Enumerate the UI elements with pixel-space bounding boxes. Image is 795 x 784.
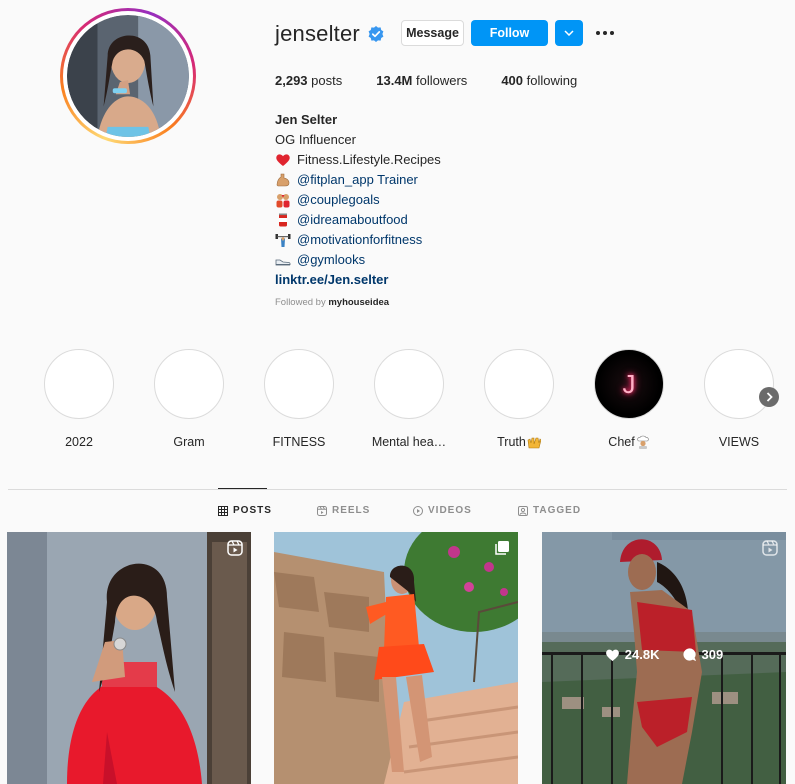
comment-icon <box>682 648 696 662</box>
flexed-biceps-icon <box>276 173 290 187</box>
post-thumbnail[interactable]: 24.8K 309 <box>542 532 786 784</box>
bio-mention[interactable]: @idreamaboutfood <box>297 210 408 230</box>
followed-by[interactable]: Followed by myhouseidea <box>275 297 389 308</box>
highlight-cover: J <box>594 349 664 419</box>
avatar-frame <box>63 11 193 141</box>
couple-icon <box>276 194 290 208</box>
tab-reels[interactable]: REELS <box>317 505 370 516</box>
highlight-item[interactable]: FITNESS <box>256 349 342 449</box>
post-image <box>7 532 251 784</box>
post-hover-stats: 24.8K 309 <box>542 647 786 662</box>
posts-count: 2,293 posts <box>275 73 343 88</box>
more-options-icon[interactable] <box>596 24 618 42</box>
highlight-item[interactable]: Truth <box>476 349 562 449</box>
highlight-cover <box>154 349 224 419</box>
following-count[interactable]: 400 following <box>501 73 577 88</box>
bio-line: @fitplan_app Trainer <box>275 170 441 190</box>
bio-mention[interactable]: @motivationforfitness <box>297 230 422 250</box>
bio-mention[interactable]: @fitplan_app Trainer <box>297 170 418 190</box>
active-tab-indicator <box>218 488 267 489</box>
highlight-item[interactable]: 2022 <box>36 349 122 449</box>
bio-line: @idreamaboutfood <box>275 210 441 230</box>
bio-mention[interactable]: @gymlooks <box>297 250 365 270</box>
username: jenselter <box>275 21 360 46</box>
bio-mention[interactable]: @couplegoals <box>297 190 380 210</box>
likes-count: 24.8K <box>605 647 660 662</box>
play-icon <box>413 505 423 516</box>
reel-icon <box>227 540 243 556</box>
sneaker-icon <box>275 259 291 266</box>
verified-badge-icon <box>368 26 384 42</box>
highlight-item[interactable]: J Chef <box>586 349 672 449</box>
heart-icon <box>605 649 619 661</box>
tab-videos[interactable]: VIDEOS <box>413 505 472 516</box>
highlight-label: Chef <box>586 435 672 449</box>
carousel-icon <box>495 541 509 555</box>
bio-line: @gymlooks <box>275 250 441 270</box>
bio-line: Fitness.Lifestyle.Recipes <box>275 150 441 170</box>
neon-letter: J <box>622 368 636 399</box>
tag-icon <box>518 505 528 516</box>
bio-line: @couplegoals <box>275 190 441 210</box>
highlight-cover <box>374 349 444 419</box>
highlight-label: 2022 <box>65 435 93 449</box>
highlight-cover <box>264 349 334 419</box>
profile-stats: 2,293 posts 13.4M followers 400 followin… <box>275 73 611 88</box>
raising-hands-icon <box>527 437 541 449</box>
bio-tagline: OG Influencer <box>275 132 356 147</box>
post-thumbnail[interactable] <box>7 532 251 784</box>
reel-icon <box>762 540 778 556</box>
post-image <box>274 532 518 784</box>
grid-icon <box>218 505 228 516</box>
highlight-label: Truth <box>476 435 562 449</box>
post-thumbnail[interactable] <box>274 532 518 784</box>
reels-icon <box>317 505 327 516</box>
profile-avatar-ring[interactable] <box>60 8 196 144</box>
highlight-item[interactable]: Gram <box>146 349 232 449</box>
bio-line: @motivationforfitness <box>275 230 441 250</box>
red-heart-icon <box>276 154 290 166</box>
highlight-label: Gram <box>173 435 205 449</box>
highlight-item[interactable]: Mental hea… <box>366 349 452 449</box>
highlights-next-button[interactable] <box>759 387 779 407</box>
highlight-label: VIEWS <box>718 435 760 449</box>
weightlifter-icon <box>275 234 291 247</box>
tabs-divider <box>8 489 787 490</box>
cook-icon <box>637 435 649 449</box>
message-button[interactable]: Message <box>401 20 464 46</box>
tab-posts[interactable]: POSTS <box>218 505 272 516</box>
avatar[interactable] <box>67 15 189 137</box>
full-name: Jen Selter <box>275 112 338 127</box>
suggested-accounts-button[interactable] <box>555 20 583 46</box>
followers-count[interactable]: 13.4M followers <box>376 73 467 88</box>
follow-button[interactable]: Follow <box>471 20 548 46</box>
highlight-cover <box>484 349 554 419</box>
bio: Jen Selter OG Influencer Fitness.Lifesty… <box>275 110 441 290</box>
food-can-icon <box>279 213 287 227</box>
highlight-cover <box>44 349 114 419</box>
bio-link[interactable]: linktr.ee/Jen.selter <box>275 270 441 290</box>
highlight-label: Mental hea… <box>371 435 447 449</box>
highlight-cover <box>704 349 774 419</box>
comments-count: 309 <box>682 647 723 662</box>
username-row: jenselter <box>275 18 384 50</box>
chevron-down-icon <box>564 30 574 36</box>
highlight-label: FITNESS <box>272 435 326 449</box>
tab-tagged[interactable]: TAGGED <box>518 505 581 516</box>
chevron-right-icon <box>766 392 773 402</box>
